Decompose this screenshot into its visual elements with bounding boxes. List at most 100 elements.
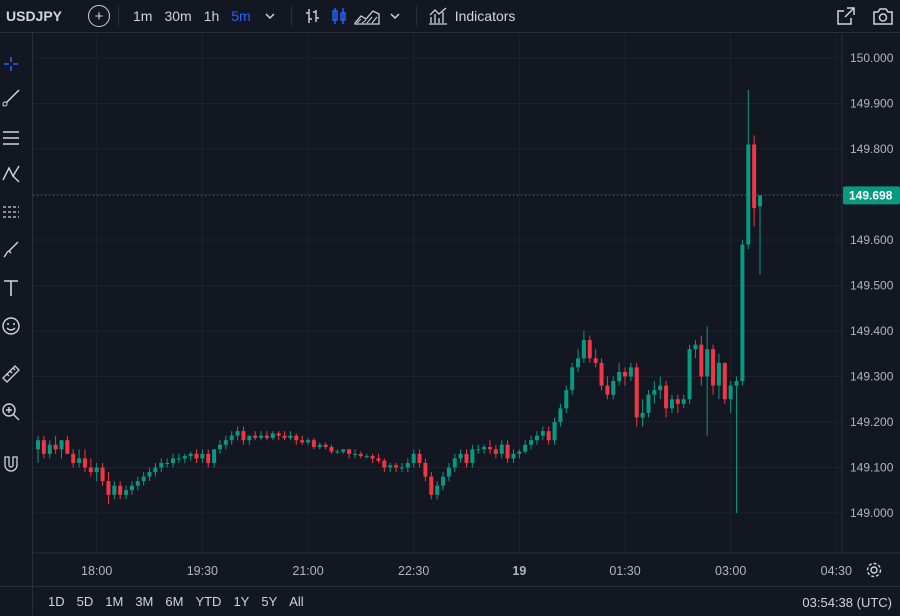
candle (423, 458, 428, 482)
candle-body (376, 458, 381, 461)
candle-body (147, 472, 152, 477)
trend-line-icon[interactable] (0, 85, 22, 111)
range-ytd-button[interactable]: YTD (195, 594, 221, 609)
candle-body (241, 431, 246, 441)
range-1m-button[interactable]: 1M (105, 594, 123, 609)
candle (452, 453, 457, 473)
candle-body (470, 449, 475, 463)
candle-body (646, 394, 651, 413)
candle (699, 335, 704, 386)
candle-body (540, 431, 545, 436)
candle (752, 135, 757, 227)
candle-body (681, 399, 686, 404)
timeframe-1h-button[interactable]: 1h (198, 8, 226, 24)
candles-chart-type-icon[interactable] (326, 3, 352, 29)
candle (546, 426, 551, 445)
range-all-button[interactable]: All (289, 594, 303, 609)
fullscreen-icon[interactable] (833, 3, 859, 29)
candle (329, 444, 334, 454)
candle-body (517, 451, 522, 454)
horizontal-lines-icon[interactable] (0, 125, 22, 151)
range-1d-button[interactable]: 1D (48, 594, 65, 609)
candle-body (699, 344, 704, 377)
candle-body (200, 453, 205, 459)
price-tick-label: 149.100 (850, 461, 894, 475)
text-tool-icon[interactable] (0, 275, 22, 301)
timeframe-5m-button[interactable]: 5m (225, 8, 256, 24)
instrument-title[interactable]: U.S. Dollar / Japanese Yen · 5 · OANDA (64, 48, 332, 65)
candle (658, 376, 663, 400)
price-tick-label: 149.200 (850, 415, 894, 429)
plot-background (33, 34, 842, 553)
utc-clock[interactable]: 03:54:38 (UTC) (802, 595, 892, 610)
candle (118, 481, 123, 500)
candle-body (159, 462, 164, 468)
brush-icon[interactable] (0, 237, 22, 263)
open-label: O (395, 49, 406, 63)
area-chart-type-icon[interactable] (352, 3, 382, 29)
candle-body (276, 433, 281, 436)
chart-settings-gear-icon[interactable] (866, 562, 882, 578)
candles-layer (33, 89, 842, 513)
candle-body (552, 422, 557, 441)
candle (687, 344, 692, 404)
candle (282, 431, 287, 441)
range-5y-button[interactable]: 5Y (261, 594, 277, 609)
pattern-tool-icon[interactable] (0, 161, 22, 187)
emoji-icon[interactable] (0, 313, 22, 339)
price-tick-label: 149.900 (850, 97, 894, 111)
chart-type-dropdown-chevron-icon[interactable] (382, 3, 408, 29)
magnet-icon[interactable] (0, 451, 22, 477)
compare-add-icon[interactable]: + (88, 5, 110, 27)
fib-retracement-icon[interactable] (0, 199, 22, 225)
candle (570, 362, 575, 395)
range-3m-button[interactable]: 3M (135, 594, 153, 609)
candle (317, 442, 322, 450)
candle-body (441, 476, 446, 486)
candle-body (411, 453, 416, 463)
crosshair-icon[interactable] (0, 51, 22, 77)
candle (129, 481, 134, 495)
candle-body (47, 444, 52, 454)
candle (740, 240, 745, 386)
candle-body (53, 444, 58, 450)
candle (165, 458, 170, 468)
range-1y-button[interactable]: 1Y (233, 594, 249, 609)
candle-body (311, 440, 316, 448)
range-6m-button[interactable]: 6M (165, 594, 183, 609)
candle-body (752, 144, 757, 209)
candle (53, 435, 58, 454)
chart-legend: U.S. Dollar / Japanese Yen · 5 · OANDA ≈… (40, 46, 724, 66)
candle-body (529, 440, 534, 445)
candle (370, 453, 375, 463)
symbol-search-button[interactable]: USDJPY (6, 8, 76, 24)
camera-snapshot-icon[interactable] (870, 3, 896, 29)
candle (112, 481, 117, 500)
range-5d-button[interactable]: 5D (77, 594, 94, 609)
candle-body (165, 462, 170, 464)
market-status-badge[interactable]: ≈ (347, 47, 382, 65)
timeframe-30m-button[interactable]: 30m (158, 8, 197, 24)
candle-body (259, 435, 264, 438)
candle-body (576, 358, 581, 368)
candle (617, 362, 622, 386)
ruler-measure-icon[interactable] (0, 361, 22, 387)
candle (534, 431, 539, 445)
timeframe-dropdown-chevron-icon[interactable] (257, 3, 283, 29)
timeframe-1m-button[interactable]: 1m (127, 8, 158, 24)
candle (153, 462, 158, 477)
candle-body (458, 453, 463, 459)
indicators-icon[interactable] (425, 3, 451, 29)
candle-body (734, 381, 739, 386)
bar-chart-type-icon[interactable] (300, 3, 326, 29)
zoom-in-icon[interactable] (0, 399, 22, 425)
candle (259, 431, 264, 441)
indicators-button[interactable]: Indicators (455, 8, 516, 24)
price-tick-label: 149.500 (850, 279, 894, 293)
price-chart[interactable]: 149.000 149.100 149.200 149.300 149.400 149.5… (0, 0, 900, 615)
candle (716, 353, 721, 400)
candle (388, 462, 393, 473)
candle-body (364, 456, 369, 458)
candle (212, 449, 217, 468)
candle-body (335, 451, 340, 453)
